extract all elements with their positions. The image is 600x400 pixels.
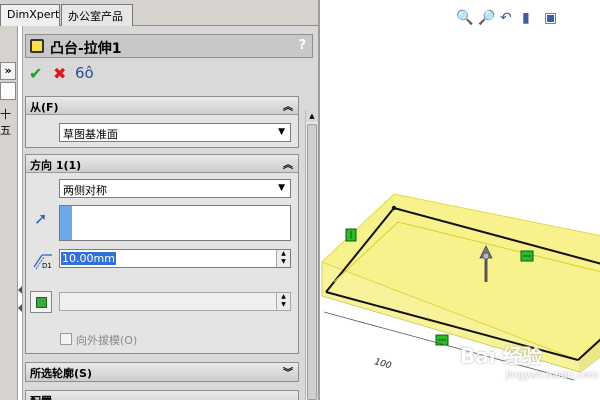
tree-item-fragment: 十五: [0, 108, 11, 137]
depth-dimension-icon: D1: [32, 251, 54, 273]
end-condition-value: 两侧对称: [63, 184, 107, 197]
panel-title-bar: 凸台-拉伸1 ?: [25, 34, 313, 58]
ok-button[interactable]: ✔: [29, 64, 42, 83]
watermark-url: jingyan.baidu.com: [506, 370, 599, 381]
scroll-thumb[interactable]: [307, 124, 317, 400]
from-group-header[interactable]: 从(F) ︽: [26, 97, 298, 115]
end-condition-select[interactable]: 两侧对称 ▼: [59, 179, 291, 198]
selected-contours-title: 所选轮廓(S): [30, 367, 92, 380]
dimension-label: 100: [373, 357, 392, 371]
draft-angle-input: ▲ ▼: [59, 292, 291, 311]
tree-filter-box[interactable]: [0, 82, 16, 100]
from-condition-select[interactable]: 草图基准面 ▼: [59, 123, 291, 142]
expand-chevron-icon[interactable]: »: [0, 62, 16, 80]
draft-toggle-button[interactable]: [30, 291, 52, 313]
depth-value[interactable]: 10.00mm: [61, 252, 116, 265]
draft-angle-spinner: ▲ ▼: [276, 293, 290, 310]
from-group-title: 从(F): [30, 101, 59, 114]
panel-scrollbar[interactable]: ▲: [305, 110, 318, 400]
depth-input[interactable]: 10.00mm ▲ ▼: [59, 249, 291, 268]
tab-bar: DimXpert 办公室产品: [0, 0, 318, 26]
expand-chevron-icon[interactable]: ︾: [283, 364, 293, 379]
watermark-logo: Bai 经验: [460, 344, 543, 368]
depth-spinner[interactable]: ▲ ▼: [276, 250, 290, 267]
draft-outward-checkbox[interactable]: [60, 333, 72, 345]
direction-selection-box[interactable]: [59, 205, 291, 241]
graphics-viewport[interactable]: 🔍 🔎 ↶ ▮ ▣ 100 Bai 经验 jingyan.baidu.com: [318, 0, 600, 400]
panel-title: 凸台-拉伸1: [50, 41, 122, 57]
from-condition-value: 草图基准面: [63, 128, 118, 141]
collapse-chevron-icon[interactable]: ︽: [283, 98, 293, 113]
selected-contours-header[interactable]: 所选轮廓(S) ︾: [26, 363, 298, 381]
help-icon[interactable]: ?: [298, 38, 306, 53]
direction-arrow-icon: ➚: [34, 209, 48, 228]
feature-tree-strip: » 十五: [0, 26, 18, 400]
direction1-group-header[interactable]: 方向 1(1) ︽: [26, 155, 298, 173]
configuration-header[interactable]: 配置: [26, 391, 298, 400]
selection-active-bar: [60, 206, 72, 240]
dropdown-arrow-icon[interactable]: ▼: [278, 127, 285, 137]
configuration-group[interactable]: 配置: [25, 390, 299, 400]
direction1-group: 方向 1(1) ︽ 两侧对称 ▼ ➚ D1 10.00mm ▲ ▼ ▲ ▼ 向外…: [25, 154, 299, 354]
selected-contours-group[interactable]: 所选轮廓(S) ︾: [25, 362, 299, 382]
boss-extrude-icon: [30, 39, 44, 53]
draft-cube-icon: [36, 297, 47, 308]
cancel-button[interactable]: ✖: [53, 64, 66, 83]
draft-outward-label: 向外拔模(O): [76, 334, 138, 347]
from-group: 从(F) ︽ 草图基准面 ▼: [25, 96, 299, 148]
scroll-up-icon[interactable]: ▲: [306, 110, 318, 122]
dropdown-arrow-icon[interactable]: ▼: [278, 183, 285, 193]
configuration-title: 配置: [30, 393, 52, 400]
depth-icon-label: D1: [42, 262, 52, 270]
collapse-chevron-icon[interactable]: ︽: [283, 156, 293, 171]
detailed-preview-icon[interactable]: 6ô: [75, 64, 94, 82]
direction1-group-title: 方向 1(1): [30, 159, 82, 172]
property-manager: 凸台-拉伸1 ? ✔ ✖ 6ô 从(F) ︽ 草图基准面 ▼ 方向 1(1) ︽…: [22, 26, 318, 400]
tab-dimxpert[interactable]: DimXpert: [0, 4, 60, 26]
tab-office-products[interactable]: 办公室产品: [61, 4, 133, 26]
